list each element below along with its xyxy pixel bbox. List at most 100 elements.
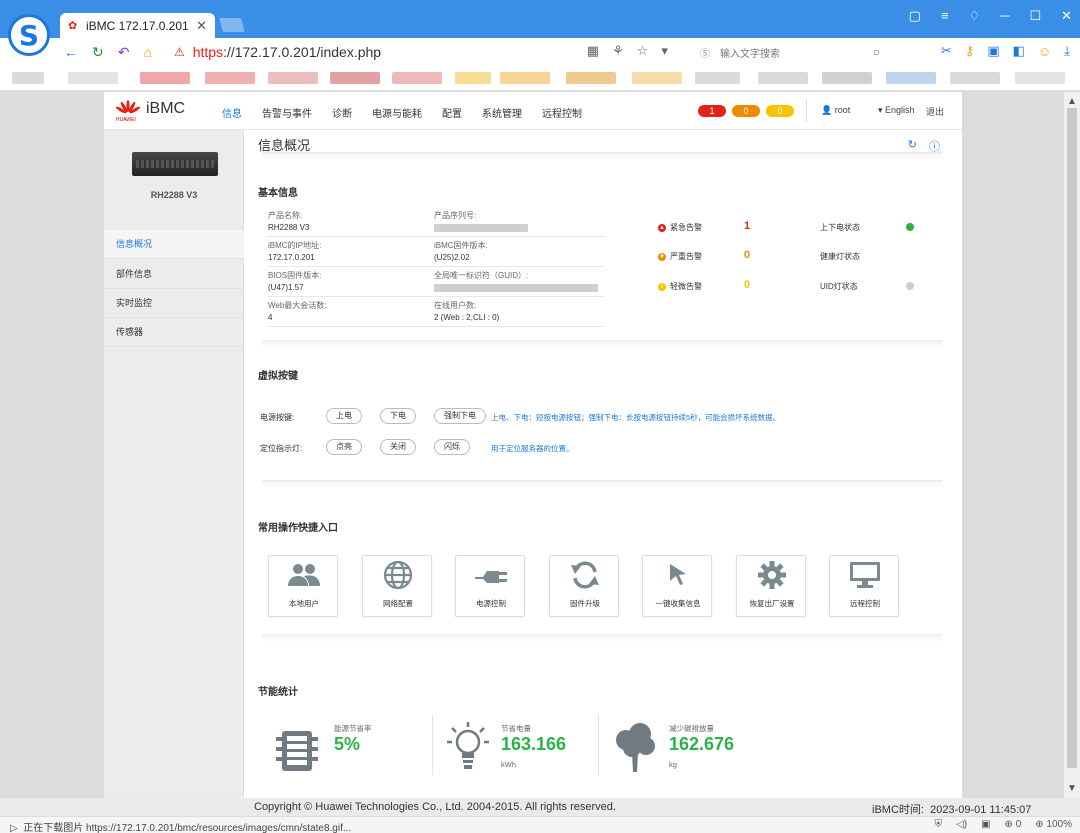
bmc-time-value: 2023-09-01 11:45:07 <box>930 804 1032 816</box>
gear-icon <box>737 561 807 589</box>
critical-alarm-count[interactable]: 1 <box>744 220 750 232</box>
nav-diagnostics[interactable]: 诊断 <box>332 105 352 120</box>
skin-icon[interactable]: ♢ <box>969 8 981 24</box>
cursor-icon <box>643 562 713 588</box>
close-window-icon[interactable]: ✕ <box>1061 8 1072 24</box>
language-label: English <box>885 105 915 115</box>
window-controls: ▢ ≡ ♢ ─ ☐ ✕ <box>909 8 1072 24</box>
key-icon[interactable]: ⚷ <box>965 43 975 59</box>
ibmc-header: HUAWEI iBMC 信息 告警与事件 诊断 电源与能耗 配置 系统管理 远程… <box>104 92 962 130</box>
quick-network-config[interactable]: 网络配置 <box>362 555 432 617</box>
emoji-icon[interactable]: ☺ <box>1038 44 1051 59</box>
major-alarm-badge[interactable]: 0 <box>732 105 760 117</box>
online-users-value: 2 (Web : 2,CLI : 0) <box>434 313 500 322</box>
nav-config[interactable]: 配置 <box>442 105 462 120</box>
quick-label: 固件升级 <box>570 599 600 608</box>
minor-alarm-icon: ! <box>658 282 666 291</box>
sidebar-item-overview[interactable]: 信息概况 <box>104 230 244 259</box>
critical-alarm-row: ▲ 紧急告警 <box>658 222 702 233</box>
minor-alarm-count[interactable]: 0 <box>744 279 750 291</box>
tab-count-icon[interactable]: ▢ <box>909 8 921 24</box>
quick-power-control[interactable]: 电源控制 <box>455 555 525 617</box>
bios-cell: BIOS固件版本: (U47)1.57 <box>268 270 438 297</box>
nav-alarms[interactable]: 告警与事件 <box>262 105 312 120</box>
sidebar-item-components[interactable]: 部件信息 <box>104 260 244 289</box>
page-scrollbar[interactable]: ▲ ▼ <box>1064 92 1080 798</box>
nav-power[interactable]: 电源与能耗 <box>372 105 422 120</box>
sound-icon[interactable]: ◁) <box>956 819 967 830</box>
quick-label: 电源控制 <box>476 599 506 608</box>
power-off-button[interactable]: 下电 <box>380 408 416 424</box>
language-select[interactable]: ▾ English <box>878 105 915 116</box>
nav-remote[interactable]: 远程控制 <box>542 105 582 120</box>
back-icon[interactable]: ← <box>64 44 78 61</box>
qr-icon[interactable]: ▦ <box>587 43 599 59</box>
online-users-label: 在线用户数: <box>434 301 477 310</box>
guid-cell: 全局唯一标识符（GUID）: <box>434 270 604 297</box>
web-sessions-cell: Web最大会话数: 4 <box>268 300 438 327</box>
translate-icon[interactable]: ▣ <box>987 43 999 59</box>
led-off-button[interactable]: 关闭 <box>380 439 416 455</box>
minor-alarm-row: ! 轻微告警 <box>658 281 702 292</box>
led-blink-button[interactable]: 闪烁 <box>434 439 470 455</box>
minor-alarm-badge[interactable]: 0 <box>766 105 794 117</box>
browser-logo-icon[interactable]: S <box>8 14 50 56</box>
guid-label: 全局唯一标识符（GUID）: <box>434 271 529 280</box>
quick-collect-info[interactable]: 一键收集信息 <box>642 555 712 617</box>
sidebar-item-sensors[interactable]: 传感器 <box>104 318 244 347</box>
zoom-value: 100% <box>1046 819 1072 830</box>
undo-icon[interactable]: ↶ <box>118 44 130 61</box>
adblock-count[interactable]: ⊕ 0 <box>1005 819 1022 830</box>
fw-value: (U25)2.02 <box>434 253 470 262</box>
window-icon[interactable]: ◧ <box>1013 43 1025 59</box>
serial-value-redacted <box>434 223 528 232</box>
quick-label: 远程控制 <box>850 599 880 608</box>
quick-firmware-upgrade[interactable]: 固件升级 <box>549 555 619 617</box>
critical-alarm-label: 紧急告警 <box>670 223 702 232</box>
major-alarm-row: ▼ 严重告警 <box>658 251 702 262</box>
url-field[interactable]: ⚠ https://172.17.0.201/index.php <box>174 44 381 60</box>
quick-factory-reset[interactable]: 恢复出厂设置 <box>736 555 806 617</box>
new-tab-button[interactable] <box>219 18 245 32</box>
quick-remote-control[interactable]: 远程控制 <box>829 555 899 617</box>
minimize-icon[interactable]: ─ <box>1000 8 1009 24</box>
nav-system[interactable]: 系统管理 <box>482 105 522 120</box>
user-menu[interactable]: 👤 root <box>821 105 850 116</box>
sidebar-item-monitor[interactable]: 实时监控 <box>104 289 244 318</box>
scroll-thumb[interactable] <box>1067 108 1077 768</box>
lock-status-icon[interactable]: ▣ <box>981 819 990 830</box>
status-play-icon: ▷ <box>10 823 18 833</box>
virtual-buttons-title: 虚拟按键 <box>258 371 298 382</box>
download-icon[interactable]: ⤓ <box>1064 43 1070 59</box>
tree-icon <box>612 722 658 777</box>
browser-tab[interactable]: ✿ iBMC 172.17.0.201 ✕ <box>60 13 215 38</box>
quick-local-users[interactable]: 本地用户 <box>268 555 338 617</box>
scroll-down-icon[interactable]: ▼ <box>1067 783 1077 794</box>
status-message: 正在下载图片 https://172.17.0.201/bmc/resource… <box>23 823 352 833</box>
power-on-button[interactable]: 上电 <box>326 408 362 424</box>
energy-title: 节能统计 <box>258 687 298 698</box>
menu-icon[interactable]: ≡ <box>941 8 949 24</box>
cut-icon[interactable]: ✂ <box>941 43 952 59</box>
scroll-up-icon[interactable]: ▲ <box>1067 96 1077 107</box>
user-icon: 👤 <box>821 105 833 115</box>
zoom-level[interactable]: ⊕ 100% <box>1035 819 1072 830</box>
major-alarm-count[interactable]: 0 <box>744 249 750 261</box>
force-power-off-button[interactable]: 强制下电 <box>434 408 486 424</box>
power-state-label: 上下电状态 <box>820 223 860 232</box>
quick-access-title: 常用操作快捷入口 <box>258 523 338 534</box>
huawei-wordmark: HUAWEI <box>116 117 136 123</box>
maximize-icon[interactable]: ☐ <box>1029 8 1041 24</box>
nav-info[interactable]: 信息 <box>222 105 242 120</box>
logout-link[interactable]: 退出 <box>926 105 944 118</box>
close-tab-icon[interactable]: ✕ <box>196 18 207 34</box>
security-shield-icon[interactable]: ⛨ <box>935 819 943 830</box>
dropdown-icon[interactable]: ▾ <box>661 43 668 59</box>
led-on-button[interactable]: 点亮 <box>326 439 362 455</box>
star-icon[interactable]: ☆ <box>637 43 649 59</box>
energy-saved-value: 163.166 <box>501 734 567 754</box>
critical-alarm-badge[interactable]: 1 <box>698 105 726 117</box>
home-icon[interactable]: ⌂ <box>143 44 151 61</box>
refresh-icon[interactable]: ↻ <box>92 44 104 61</box>
extension-icon[interactable]: ⚘ <box>612 43 624 59</box>
